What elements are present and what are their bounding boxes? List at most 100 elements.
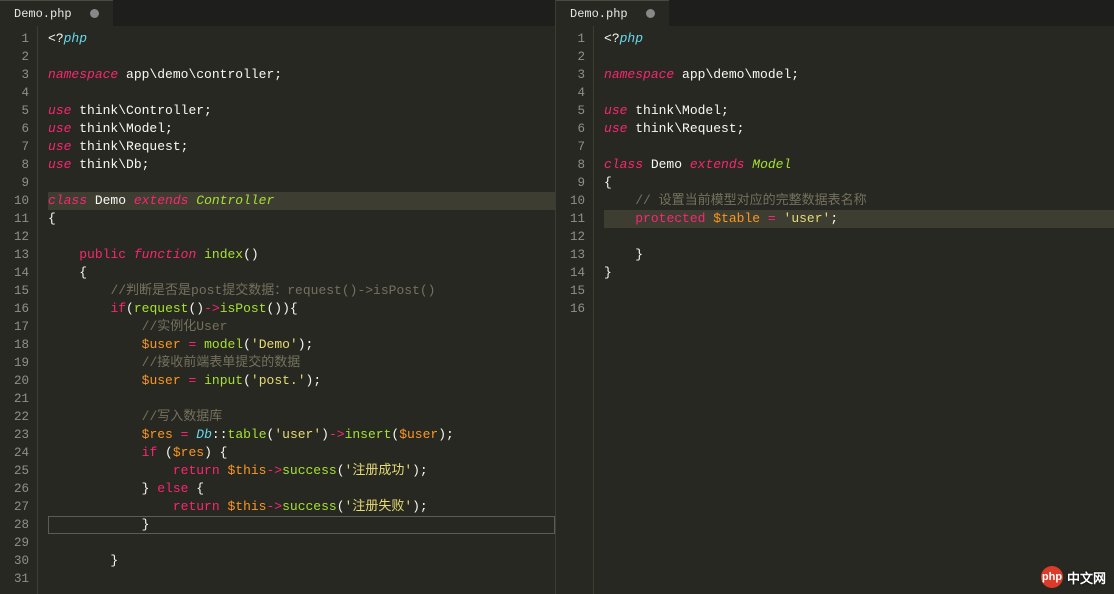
editor-pane-left: Demo.php 1234567891011121314151617181920… — [0, 0, 556, 594]
line-number: 16 — [14, 300, 29, 318]
tab-demo-php-right[interactable]: Demo.php — [556, 0, 669, 26]
code-line[interactable] — [48, 84, 555, 102]
watermark: php 中文网 — [1041, 566, 1106, 588]
code-line[interactable] — [48, 390, 555, 408]
code-line[interactable]: public function index() — [48, 246, 555, 264]
code-area-left[interactable]: <?php namespace app\demo\controller; use… — [38, 26, 555, 594]
code-line[interactable]: } — [48, 552, 555, 570]
code-line[interactable] — [48, 48, 555, 66]
code-line[interactable]: use think\Request; — [604, 120, 1114, 138]
tab-demo-php-left[interactable]: Demo.php — [0, 0, 113, 26]
line-number: 3 — [14, 66, 29, 84]
code-line[interactable]: $user = input('post.'); — [48, 372, 555, 390]
line-number: 7 — [570, 138, 585, 156]
code-line[interactable] — [48, 534, 555, 552]
line-number: 16 — [570, 300, 585, 318]
line-number: 12 — [570, 228, 585, 246]
line-number: 10 — [570, 192, 585, 210]
code-line[interactable]: use think\Model; — [48, 120, 555, 138]
line-number: 19 — [14, 354, 29, 372]
line-number: 11 — [14, 210, 29, 228]
code-line[interactable]: //实例化User — [48, 318, 555, 336]
code-line[interactable]: use think\Db; — [48, 156, 555, 174]
code-line[interactable] — [48, 174, 555, 192]
line-number: 4 — [570, 84, 585, 102]
code-line[interactable]: //接收前端表单提交的数据 — [48, 354, 555, 372]
code-line[interactable]: } — [604, 264, 1114, 282]
code-line[interactable]: use think\Model; — [604, 102, 1114, 120]
close-icon[interactable] — [646, 9, 655, 18]
line-number: 1 — [570, 30, 585, 48]
editor-pane-right: Demo.php 12345678910111213141516 <?php n… — [556, 0, 1114, 594]
line-number: 8 — [570, 156, 585, 174]
line-number: 9 — [570, 174, 585, 192]
line-number: 5 — [570, 102, 585, 120]
code-line[interactable] — [604, 282, 1114, 300]
tab-bar-left: Demo.php — [0, 0, 555, 26]
watermark-text: 中文网 — [1067, 568, 1106, 587]
code-line[interactable]: $user = model('Demo'); — [48, 336, 555, 354]
line-number: 13 — [14, 246, 29, 264]
line-number: 14 — [14, 264, 29, 282]
line-number: 3 — [570, 66, 585, 84]
line-number: 9 — [14, 174, 29, 192]
code-line[interactable]: <?php — [604, 30, 1114, 48]
code-line[interactable]: if(request()->isPost()){ — [48, 300, 555, 318]
code-line[interactable]: return $this->success('注册成功'); — [48, 462, 555, 480]
code-line[interactable]: } — [604, 246, 1114, 264]
code-line[interactable] — [604, 84, 1114, 102]
code-line[interactable]: if ($res) { — [48, 444, 555, 462]
code-line[interactable]: class Demo extends Model — [604, 156, 1114, 174]
code-line[interactable] — [48, 228, 555, 246]
code-line[interactable]: namespace app\demo\controller; — [48, 66, 555, 84]
code-line[interactable] — [48, 570, 555, 588]
line-number: 15 — [14, 282, 29, 300]
code-line[interactable]: use think\Request; — [48, 138, 555, 156]
line-number: 22 — [14, 408, 29, 426]
line-number: 2 — [570, 48, 585, 66]
close-icon[interactable] — [90, 9, 99, 18]
tab-bar-right: Demo.php — [556, 0, 1114, 26]
editor-right[interactable]: 12345678910111213141516 <?php namespace … — [556, 26, 1114, 594]
line-number: 7 — [14, 138, 29, 156]
code-line[interactable]: { — [48, 264, 555, 282]
code-line[interactable]: use think\Controller; — [48, 102, 555, 120]
line-number: 15 — [570, 282, 585, 300]
code-line[interactable]: } else { — [48, 480, 555, 498]
line-number: 4 — [14, 84, 29, 102]
line-number: 31 — [14, 570, 29, 588]
line-gutter-right: 12345678910111213141516 — [556, 26, 594, 594]
code-line[interactable]: // 设置当前模型对应的完整数据表名称 — [604, 192, 1114, 210]
line-gutter-left: 1234567891011121314151617181920212223242… — [0, 26, 38, 594]
line-number: 18 — [14, 336, 29, 354]
line-number: 10 — [14, 192, 29, 210]
line-number: 6 — [570, 120, 585, 138]
code-line[interactable]: <?php — [48, 30, 555, 48]
line-number: 21 — [14, 390, 29, 408]
line-number: 28 — [14, 516, 29, 534]
code-line[interactable]: { — [604, 174, 1114, 192]
code-line[interactable]: } — [48, 516, 555, 534]
line-number: 23 — [14, 426, 29, 444]
code-line[interactable] — [604, 138, 1114, 156]
code-line[interactable]: class Demo extends Controller — [48, 192, 555, 210]
line-number: 1 — [14, 30, 29, 48]
line-number: 30 — [14, 552, 29, 570]
code-line[interactable]: { — [48, 210, 555, 228]
code-line[interactable]: //写入数据库 — [48, 408, 555, 426]
editor-left[interactable]: 1234567891011121314151617181920212223242… — [0, 26, 555, 594]
line-number: 12 — [14, 228, 29, 246]
line-number: 24 — [14, 444, 29, 462]
php-logo-icon: php — [1041, 566, 1063, 588]
code-line[interactable] — [604, 48, 1114, 66]
code-line[interactable]: //判断是否是post提交数据：request()->isPost() — [48, 282, 555, 300]
code-area-right[interactable]: <?php namespace app\demo\model; use thin… — [594, 26, 1114, 594]
code-line[interactable]: return $this->success('注册失败'); — [48, 498, 555, 516]
code-line[interactable] — [604, 300, 1114, 318]
code-line[interactable]: namespace app\demo\model; — [604, 66, 1114, 84]
code-line[interactable]: protected $table = 'user'; — [604, 210, 1114, 228]
line-number: 14 — [570, 264, 585, 282]
line-number: 26 — [14, 480, 29, 498]
code-line[interactable] — [604, 228, 1114, 246]
code-line[interactable]: $res = Db::table('user')->insert($user); — [48, 426, 555, 444]
